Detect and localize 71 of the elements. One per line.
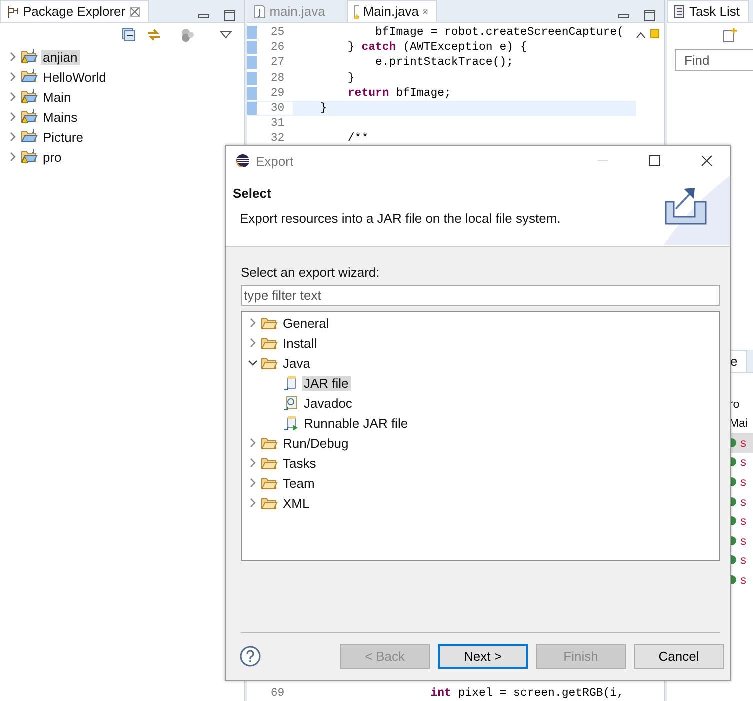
warning-folder-icon (21, 148, 38, 164)
code-line: bfImage = robot.createScreenCapture( (374, 26, 624, 40)
code-line: return bfImage; (346, 86, 452, 100)
tab-title: Package Explorer (23, 4, 126, 19)
editor-tab[interactable]: Main.java (346, 0, 437, 22)
runnable-jar-icon (283, 415, 299, 431)
java-file-icon (254, 4, 266, 18)
tree-item[interactable]: JAR file (302, 376, 351, 390)
package-icon (7, 4, 19, 18)
code-line: int pixel = screen.getRGB(i, (430, 686, 624, 700)
filter-icon[interactable] (180, 28, 196, 42)
project-item[interactable]: pro (41, 150, 64, 164)
outline-item[interactable]: s (740, 534, 746, 548)
tree-item[interactable]: General (281, 316, 332, 330)
warning-folder-icon (21, 108, 38, 124)
outline-item[interactable]: s (740, 474, 746, 489)
find-field[interactable]: Find (675, 49, 753, 71)
view-tab[interactable]: Package Explorer (0, 0, 149, 22)
outline-item[interactable]: s (740, 572, 746, 587)
code-line: } (319, 102, 328, 116)
warning-marker-icon (650, 29, 660, 39)
code-line: } (346, 72, 355, 85)
tree-item[interactable]: Team (281, 476, 317, 490)
view-tab[interactable]: Task List (667, 0, 750, 22)
eclipse-logo-icon (236, 154, 250, 168)
line-number: 30 (246, 102, 293, 116)
link-icon[interactable] (146, 28, 162, 42)
jar-icon (283, 375, 299, 391)
project-item[interactable]: HelloWorld (41, 70, 108, 84)
project-item[interactable]: anjian (41, 50, 80, 64)
dialog-button[interactable]: Next > (438, 644, 528, 669)
outline-item[interactable]: s (740, 494, 746, 509)
filter-field[interactable]: type filter text (241, 285, 720, 306)
collapse-all-icon[interactable] (122, 28, 136, 42)
page-heading: Select (233, 186, 272, 201)
tree-item[interactable]: Tasks (281, 456, 318, 470)
project-item[interactable]: Main (41, 90, 74, 104)
project-item[interactable]: Picture (41, 130, 86, 144)
new-task-icon[interactable] (723, 27, 738, 43)
outline-item[interactable]: s (740, 455, 746, 470)
close-icon[interactable] (130, 6, 140, 16)
tree-item[interactable]: XML (281, 496, 312, 510)
java-file-icon (354, 4, 360, 18)
tree-item[interactable]: Javadoc (302, 396, 354, 410)
warning-folder-icon (21, 88, 38, 104)
project-item[interactable]: Mains (41, 110, 80, 124)
field-label: Select an export wizard: (241, 265, 381, 280)
outline-item[interactable]: s (740, 436, 746, 450)
folder-icon (21, 128, 38, 144)
dropdown-icon[interactable] (220, 31, 232, 39)
scroll-up-icon[interactable] (636, 31, 646, 39)
maximize-icon[interactable] (224, 10, 236, 22)
code-line: } catch (AWTException e) { (346, 41, 528, 54)
close-icon[interactable] (422, 6, 428, 16)
tree-item[interactable]: Install (281, 336, 319, 350)
tree-item[interactable]: Runnable JAR file (302, 416, 410, 430)
dialog-button[interactable]: Cancel (634, 644, 724, 669)
maximize-icon[interactable] (644, 10, 656, 22)
task-list-icon (674, 4, 686, 18)
outline-item[interactable]: s (740, 553, 746, 568)
warning-folder-icon (21, 48, 38, 64)
document-icon (283, 395, 299, 411)
help-icon[interactable] (240, 646, 261, 667)
folder-icon (21, 68, 38, 84)
tree-item[interactable]: Run/Debug (281, 436, 351, 450)
code-line: /** (346, 132, 369, 146)
code-line: e.printStackTrace(); (374, 56, 514, 70)
dialog-title: Export (256, 154, 294, 168)
page-description: Export resources into a JAR file on the local file system. (239, 211, 562, 226)
outline-item[interactable]: s (740, 514, 746, 528)
tree-item[interactable]: Java (281, 356, 312, 370)
